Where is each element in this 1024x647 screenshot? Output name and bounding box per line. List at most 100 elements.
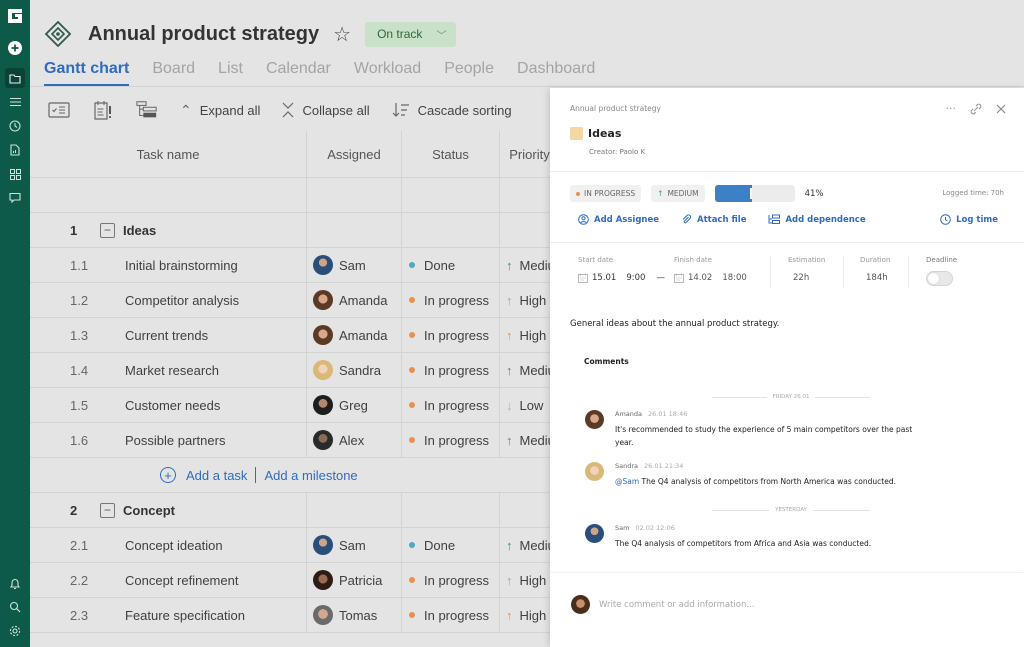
status-cell[interactable]: In progress — [401, 388, 499, 422]
cascade-sorting-button[interactable]: Cascade sorting — [392, 102, 512, 118]
assignee-cell[interactable]: Sam — [306, 528, 401, 562]
task-row[interactable]: 2.2 Concept refinement Patricia In progress… — [30, 563, 550, 598]
bell-icon[interactable] — [5, 574, 25, 594]
priority-badge[interactable]: ↑ MEDIUM — [651, 185, 705, 202]
finish-date-field[interactable]: 14.02 18:00 — [674, 273, 747, 283]
task-row[interactable]: 1.4 Market research Sandra In progress ↑ Medi… — [30, 353, 559, 388]
task-name[interactable]: Feature specification — [125, 598, 245, 632]
task-name[interactable]: Customer needs — [125, 388, 220, 422]
report-icon[interactable] — [5, 140, 25, 160]
group-row[interactable]: 1 − Ideas — [30, 213, 550, 248]
apps-grid-icon[interactable] — [5, 164, 25, 184]
status-cell[interactable]: In progress — [401, 423, 499, 457]
task-title[interactable]: Ideas — [588, 127, 621, 140]
priority-badge-label: MEDIUM — [667, 189, 699, 198]
tab-calendar[interactable]: Calendar — [266, 58, 331, 86]
task-list-icon[interactable] — [48, 99, 70, 121]
collapse-group-icon[interactable]: − — [100, 222, 115, 238]
task-name[interactable]: Concept refinement — [125, 563, 238, 597]
link-icon[interactable] — [970, 103, 982, 115]
tab-board[interactable]: Board — [152, 58, 195, 86]
start-date-field[interactable]: 15.01 9:00 — — [578, 273, 672, 283]
tab-list[interactable]: List — [218, 58, 243, 86]
task-number: 2.2 — [70, 572, 89, 588]
progress-bar[interactable] — [714, 185, 795, 202]
expand-all-button[interactable]: ⌃ Expand all — [180, 102, 260, 119]
task-description[interactable]: General ideas about the annual product s… — [570, 319, 779, 329]
logo-icon[interactable] — [5, 6, 25, 26]
add-icon[interactable] — [5, 38, 25, 58]
task-row[interactable]: 1.5 Customer needs Greg In progress ↓ Low — [30, 388, 550, 423]
assignee-cell[interactable]: Amanda — [306, 283, 401, 317]
collapse-all-button[interactable]: Collapse all — [282, 102, 370, 118]
task-row[interactable]: 1.2 Competitor analysis Amanda In progress ↑… — [30, 283, 550, 318]
add-assignee-button[interactable]: Add Assignee — [578, 214, 659, 225]
close-icon[interactable] — [996, 104, 1006, 114]
deadline-toggle[interactable] — [926, 271, 953, 286]
tab-dashboard[interactable]: Dashboard — [517, 58, 595, 86]
status-dot-icon — [409, 367, 415, 373]
avatar — [313, 360, 333, 380]
list-icon[interactable] — [5, 92, 25, 112]
status-dot-icon — [409, 542, 415, 548]
assignee-cell[interactable]: Sandra — [306, 353, 401, 387]
projects-folder-icon[interactable] — [5, 68, 25, 88]
assignee-cell[interactable]: Amanda — [306, 318, 401, 352]
gantt-view-icon[interactable] — [136, 99, 158, 121]
progress-handle[interactable] — [750, 188, 752, 199]
mention-link[interactable]: @Sam — [615, 477, 639, 486]
assignee-cell[interactable]: Sam — [306, 248, 401, 282]
task-row[interactable]: 2.3 Feature specification Tomas In progress… — [30, 598, 550, 633]
chat-icon[interactable] — [5, 188, 25, 208]
status-cell[interactable]: In progress — [401, 353, 499, 387]
status-cell[interactable]: In progress — [401, 318, 499, 352]
column-header-status[interactable]: Status — [401, 131, 499, 177]
tab-people[interactable]: People — [444, 58, 494, 86]
task-row[interactable]: 2.1Concept ideationSamDone↑Medium — [30, 528, 559, 563]
comment-input[interactable] — [599, 599, 959, 610]
group-row[interactable]: 2 − Concept — [30, 493, 550, 528]
favorite-star-icon[interactable]: ☆ — [333, 22, 351, 47]
task-name[interactable]: Current trends — [125, 318, 208, 352]
search-icon[interactable] — [5, 597, 25, 617]
clock-icon[interactable] — [5, 116, 25, 136]
status-cell[interactable]: Done — [401, 248, 499, 282]
task-name[interactable]: Market research — [125, 353, 219, 387]
column-header-task-name[interactable]: Task name — [30, 131, 306, 177]
status-cell[interactable]: In progress — [401, 598, 499, 632]
status-cell[interactable]: Done — [401, 528, 499, 562]
status-cell[interactable]: In progress — [401, 283, 499, 317]
assignee-cell[interactable]: Alex — [306, 423, 401, 457]
status-cell[interactable]: In progress — [401, 563, 499, 597]
assignee-cell[interactable]: Greg — [306, 388, 401, 422]
settings-gear-icon[interactable] — [5, 621, 25, 641]
add-task-link[interactable]: Add a task — [186, 468, 247, 483]
project-status-dropdown[interactable]: On track ﹀ — [365, 21, 457, 47]
task-name[interactable]: Competitor analysis — [125, 283, 239, 317]
panel-breadcrumb[interactable]: Annual product strategy — [570, 104, 661, 113]
column-header-assigned[interactable]: Assigned — [306, 131, 401, 177]
task-name[interactable]: Concept ideation — [125, 528, 223, 562]
attach-file-button[interactable]: Attach file — [681, 214, 746, 225]
status-badge[interactable]: IN PROGRESS — [570, 185, 642, 202]
calendar-deadline-icon[interactable] — [92, 99, 114, 121]
color-swatch[interactable] — [570, 127, 583, 140]
task-row[interactable]: 1.3 Current trends Amanda In progress ↑ High — [30, 318, 550, 353]
assignee-cell[interactable]: Patricia — [306, 563, 401, 597]
tab-workload[interactable]: Workload — [354, 58, 421, 86]
add-dependence-button[interactable]: Add dependence — [768, 214, 866, 225]
avatar — [585, 462, 604, 481]
task-row[interactable]: 1.1Initial brainstormingSamDone↑Medium — [30, 248, 559, 283]
add-milestone-link[interactable]: Add a milestone — [264, 468, 357, 483]
task-row[interactable]: 1.6 Possible partners Alex In progress ↑ Medi… — [30, 423, 559, 458]
comment-meta: Sam 02.02 12:06 — [615, 524, 675, 532]
calendar-icon — [674, 273, 684, 283]
task-name[interactable]: Initial brainstorming — [125, 248, 238, 282]
collapse-group-icon[interactable]: − — [100, 502, 115, 518]
log-time-button[interactable]: Log time — [940, 214, 998, 225]
estimation-value[interactable]: 22h — [793, 273, 809, 283]
task-name[interactable]: Possible partners — [125, 423, 225, 457]
tab-gantt-chart[interactable]: Gantt chart — [44, 58, 130, 87]
more-options-icon[interactable]: ··· — [946, 102, 957, 115]
assignee-cell[interactable]: Tomas — [306, 598, 401, 632]
